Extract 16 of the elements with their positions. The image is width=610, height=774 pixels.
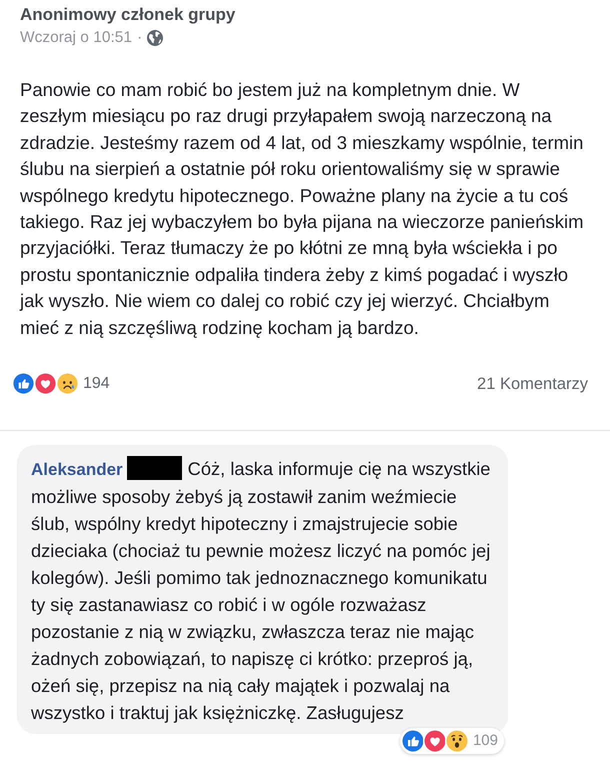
separator-dot: · [137,28,142,47]
author-name[interactable]: Anonimowy członek grupy [20,4,236,25]
commenter-name-link[interactable]: Aleksander [31,460,123,480]
comment-reaction-count: 109 [472,732,498,750]
reactions-pill[interactable]: 109 [400,728,504,754]
thumbs-up-icon [12,372,35,396]
heart-icon [422,729,447,754]
post-text: Panowie co mam robić bo jestem już na kompletnym dnie. W zeszłym miesiącu po raz drugi przyłapałem swoją narzeczoną na zdradzie. Jesteśmy razem od 4 lat, od 3 mieszkamy wspólnie, termin ślubu na sierpień a ostatnie pół roku orientowaliśmy się w sprawie wspólnego kredytu hipotecznego. Poważne plany na życie a tu coś takiego. Raz jej wybaczyłem bo była pijana na wieczorze panieńskim przyjaciółki. Teraz tłumaczy że po kłótni ze mną była wściekła i po prostu spontanicznie odpaliła tindera żeby z kimś pogadać i wyszło jak wyszło. Nie wiem co dalej co robić czy jej wierzyć. Chciałbym mieć z nią szczęśliwą rodzinę kocham ją bardzo. [20,78,585,340]
reaction-count[interactable]: 194 [83,374,110,394]
globe-icon [147,30,164,46]
sad-face-icon [56,372,79,396]
post-timestamp[interactable]: Wczoraj o 10:51 [20,28,132,47]
comment-text: Aleksander Cóż, laska informuje cię na wszystkie możliwe sposoby żebyś ją zostawił zanim weźmiecie ślub, wspólny kredyt hipoteczny i zmajstrujecie sobie dzieciaka (chociaż tu pewnie możesz liczyć na pomóc jej kolegów). Jeśli pomimo tak jednoznacznego komunikatu ty się zastanawiasz co robić i w ogóle rozważasz pozostanie z nią w związku, zwłaszcza teraz nie mając żadnych zobowiązań, to napiszę ci krótko: przeproś ją, ożeń się, przepisz na nią cały majątek i pozwalaj na wszystko i traktuj jak księżniczkę. Zasługujesz [31,455,492,726]
thumbs-up-icon [400,729,425,754]
comments-count-link[interactable]: 21 Komentarzy [477,374,588,394]
surprised-face-icon [444,729,469,754]
